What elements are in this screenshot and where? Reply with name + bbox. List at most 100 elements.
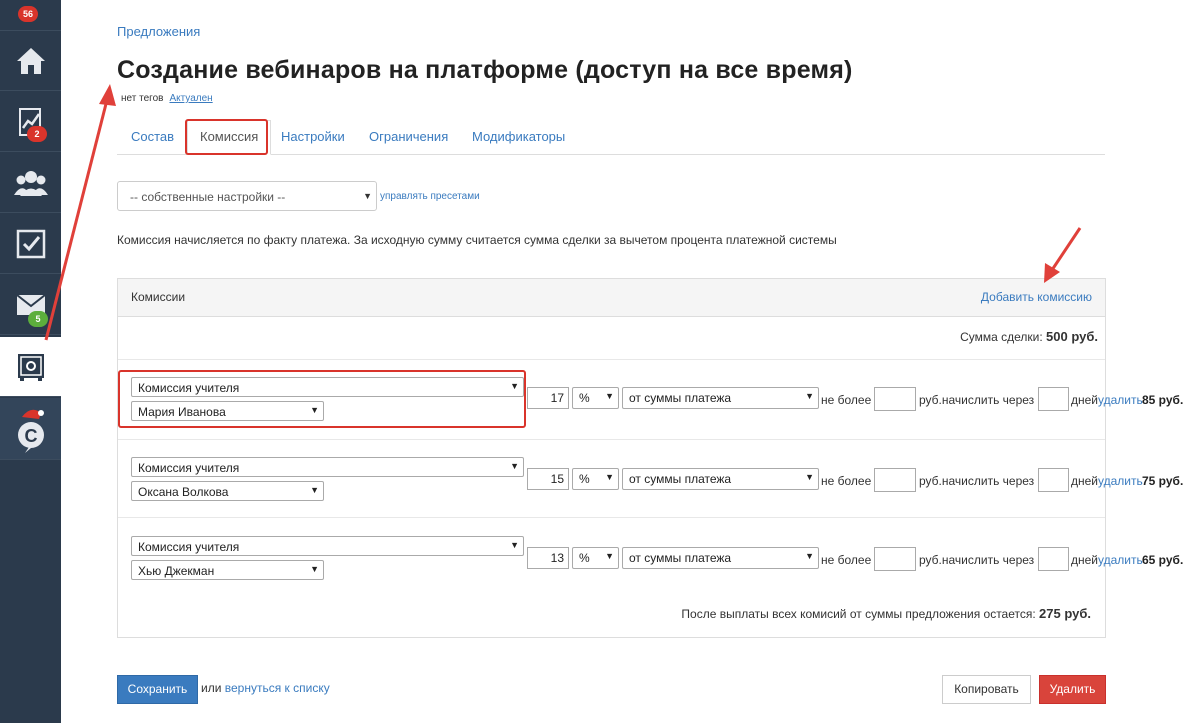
commission-row: Комиссия учителя ▼ Оксана Волкова ▼ 15 % ▼ …	[118, 455, 1200, 503]
tab-modifiers[interactable]: Модификаторы	[472, 129, 565, 144]
no-tags-label: нет тегов	[121, 93, 164, 104]
delete-commission-link[interactable]: удалить	[1098, 553, 1143, 567]
chevron-down-icon: ▼	[805, 472, 814, 482]
chevron-down-icon: ▼	[310, 564, 319, 574]
breadcrumb-offers[interactable]: Предложения	[117, 24, 200, 39]
back-to-list-link[interactable]: вернуться к списку	[225, 681, 330, 695]
chevron-down-icon: ▼	[605, 391, 614, 401]
commission-value-input[interactable]: 13	[527, 547, 569, 569]
tab-settings[interactable]: Настройки	[281, 129, 345, 144]
add-commission-link[interactable]: Добавить комиссию	[981, 290, 1092, 304]
stats-badge: 2	[27, 126, 47, 142]
unit-value: %	[579, 472, 590, 486]
unit-value: %	[579, 391, 590, 405]
max-amount-input[interactable]	[874, 468, 916, 492]
sidebar-item-notifications[interactable]: 56	[0, 0, 61, 31]
days-input[interactable]	[1038, 547, 1069, 571]
basis-value: от суммы платежа	[629, 551, 732, 565]
chevron-down-icon: ▼	[805, 391, 814, 401]
max-amount-input[interactable]	[874, 387, 916, 411]
chevron-down-icon: ▼	[605, 472, 614, 482]
commission-value-input[interactable]: 17	[527, 387, 569, 409]
sidebar-item-mail[interactable]: 5	[0, 275, 61, 335]
row-divider	[118, 359, 1105, 360]
sidebar-item-home[interactable]	[0, 31, 61, 91]
days-label: дней	[1071, 553, 1099, 567]
commission-amount: 75 руб.	[1142, 474, 1184, 488]
sidebar-item-logo[interactable]: C	[0, 398, 61, 460]
chevron-down-icon: ▼	[605, 551, 614, 561]
days-input[interactable]	[1038, 468, 1069, 492]
unit-select[interactable]: % ▼	[572, 387, 619, 409]
person-select[interactable]: Оксана Волкова ▼	[131, 481, 324, 501]
preset-select[interactable]: -- собственные настройки -- ▼	[117, 181, 377, 211]
basis-select[interactable]: от суммы платежа ▼	[622, 468, 819, 490]
commissions-panel: Комиссии Добавить комиссию Сумма сделки:…	[117, 278, 1183, 638]
back-text: или вернуться к списку	[201, 681, 330, 695]
mail-badge: 5	[28, 311, 48, 327]
unit-select[interactable]: % ▼	[572, 547, 619, 569]
panel-header: Комиссии Добавить комиссию	[118, 279, 1105, 317]
basis-select[interactable]: от суммы платежа ▼	[622, 547, 819, 569]
tags-line: нет тегов Актуален	[121, 93, 213, 104]
person-value: Оксана Волкова	[138, 485, 229, 499]
sidebar: 56 2 5 C	[0, 0, 61, 723]
days-input[interactable]	[1038, 387, 1069, 411]
status-link[interactable]: Актуален	[169, 93, 212, 104]
sidebar-item-users[interactable]	[0, 153, 61, 213]
commission-amount: 65 руб.	[1142, 553, 1184, 567]
copy-button[interactable]: Копировать	[942, 675, 1031, 704]
delete-commission-link[interactable]: удалить	[1098, 393, 1143, 407]
no-more-label: не более	[821, 474, 872, 488]
notifications-badge: 56	[18, 6, 39, 22]
sidebar-item-sales[interactable]	[0, 337, 61, 397]
row-divider	[118, 439, 1105, 440]
delete-button[interactable]: Удалить	[1039, 675, 1106, 704]
delete-commission-link[interactable]: удалить	[1098, 474, 1143, 488]
person-select[interactable]: Хью Джекман ▼	[131, 560, 324, 580]
accrue-after-label: руб.начислить через	[919, 393, 1035, 407]
sidebar-item-tasks[interactable]	[0, 214, 61, 274]
tab-restrictions[interactable]: Ограничения	[369, 129, 448, 144]
page-title: Создание вебинаров на платформе (доступ …	[117, 56, 853, 84]
unit-select[interactable]: % ▼	[572, 468, 619, 490]
commission-type-value: Комиссия учителя	[138, 540, 240, 554]
days-label: дней	[1071, 474, 1099, 488]
tab-composition[interactable]: Состав	[131, 129, 174, 144]
max-amount-input[interactable]	[874, 547, 916, 571]
commission-value-input[interactable]: 15	[527, 468, 569, 490]
chevron-down-icon: ▼	[510, 461, 519, 471]
sidebar-item-stats[interactable]: 2	[0, 92, 61, 152]
home-icon	[16, 47, 45, 74]
remainder-summary: После выплаты всех комисий от суммы пред…	[681, 606, 1091, 621]
tab-highlight-frame	[185, 119, 268, 155]
accrue-after-label: руб.начислить через	[919, 553, 1035, 567]
remainder-label: После выплаты всех комисий от суммы пред…	[681, 607, 1036, 621]
or-label: или	[201, 681, 222, 695]
checkbox-icon	[16, 229, 45, 258]
commission-type-select[interactable]: Комиссия учителя ▼	[131, 457, 524, 477]
basis-select[interactable]: от суммы платежа ▼	[622, 387, 819, 409]
accrue-after-label: руб.начислить через	[919, 474, 1035, 488]
svg-text:C: C	[24, 426, 37, 446]
safe-icon	[17, 353, 44, 381]
main-content: Предложения Создание вебинаров на платфо…	[61, 0, 1200, 723]
row-highlight-frame	[118, 370, 526, 428]
commission-amount: 85 руб.	[1142, 393, 1184, 407]
deal-sum-value: 500 руб.	[1046, 329, 1098, 344]
commission-row: Комиссия учителя ▼ Хью Джекман ▼ 13 % ▼ от …	[118, 534, 1200, 582]
manage-presets-link[interactable]: управлять пресетами	[380, 191, 480, 202]
no-more-label: не более	[821, 553, 872, 567]
basis-value: от суммы платежа	[629, 391, 732, 405]
unit-value: %	[579, 551, 590, 565]
chevron-down-icon: ▼	[805, 551, 814, 561]
days-label: дней	[1071, 393, 1099, 407]
chevron-down-icon: ▼	[310, 485, 319, 495]
deal-sum: Сумма сделки: 500 руб.	[960, 329, 1098, 344]
remainder-value: 275 руб.	[1039, 606, 1091, 621]
users-icon	[13, 170, 48, 196]
commission-type-select[interactable]: Комиссия учителя ▼	[131, 536, 524, 556]
save-button[interactable]: Сохранить	[117, 675, 198, 704]
commission-note: Комиссия начисляется по факту платежа. З…	[117, 233, 837, 247]
chevron-down-icon: ▼	[363, 191, 372, 201]
